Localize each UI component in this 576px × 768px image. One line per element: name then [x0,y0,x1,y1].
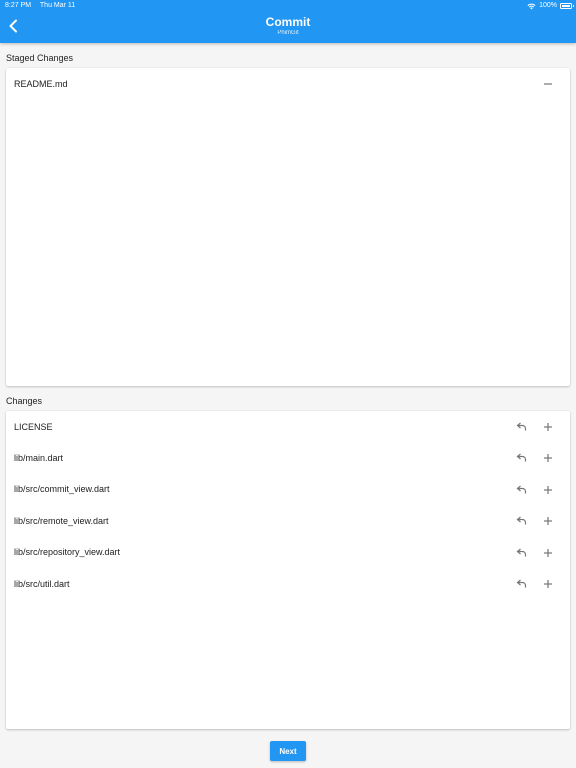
minus-icon [544,83,552,85]
undo-icon [516,422,527,431]
unstage-button[interactable] [540,76,556,92]
app-bar: 8:27 PM Thu Mar 11 100% Commit PhimGit [0,0,576,43]
staged-changes-heading: Staged Changes [6,53,74,63]
status-time: 8:27 PM [5,2,32,9]
discard-change-button[interactable] [513,545,529,561]
discard-change-button[interactable] [513,419,529,435]
undo-icon [516,453,527,462]
change-item-name: lib/src/util.dart [14,578,70,589]
plus-icon [544,517,552,526]
change-item-name: lib/src/repository_view.dart [14,547,121,558]
change-item[interactable]: lib/src/remote_view.dart [6,505,570,536]
next-button[interactable]: Next [270,741,306,761]
plus-icon [544,485,552,494]
undo-icon [516,485,527,494]
stage-change-button[interactable] [540,576,556,592]
change-item[interactable]: lib/src/commit_view.dart [6,474,570,505]
status-bar: 8:27 PM Thu Mar 11 100% [0,0,576,12]
discard-change-button[interactable] [513,450,529,466]
plus-icon [544,423,552,431]
discard-change-button[interactable] [513,482,529,498]
page-title: Commit [265,15,311,29]
staged-item-name: README.md [14,78,68,89]
battery-percentage: 100% [539,2,557,9]
status-date: Thu Mar 11 [39,2,76,9]
change-item[interactable]: LICENSE [6,411,570,442]
footer: Next [0,736,576,768]
changes-list: LICENSE lib/main.dart lib/src/commit_vie… [6,411,570,729]
stage-change-button[interactable] [540,450,556,466]
change-item[interactable]: lib/main.dart [6,442,570,473]
changes-heading: Changes [6,396,43,406]
plus-icon [544,454,552,463]
undo-icon [516,548,527,557]
change-item[interactable]: lib/src/util.dart [6,568,570,599]
stage-change-button[interactable] [540,482,556,498]
staged-changes-list: README.md [6,68,570,386]
stage-change-button[interactable] [540,545,556,561]
discard-change-button[interactable] [513,576,529,592]
undo-icon [516,516,527,525]
discard-change-button[interactable] [513,513,529,529]
app-bar-title-group: Commit PhimGit [0,15,576,37]
staged-item[interactable]: README.md [6,68,570,99]
page-subtitle: PhimGit [277,30,299,36]
change-item-name: LICENSE [14,421,53,432]
plus-icon [544,579,552,588]
wifi-icon [527,3,536,9]
battery-icon [560,3,574,9]
change-item-name: lib/src/commit_view.dart [14,484,110,495]
change-item[interactable]: lib/src/repository_view.dart [6,537,570,568]
plus-icon [544,548,552,557]
stage-change-button[interactable] [540,419,556,435]
change-item-name: lib/main.dart [14,453,64,464]
undo-icon [516,579,527,588]
change-item-name: lib/src/remote_view.dart [14,515,109,526]
stage-change-button[interactable] [540,513,556,529]
